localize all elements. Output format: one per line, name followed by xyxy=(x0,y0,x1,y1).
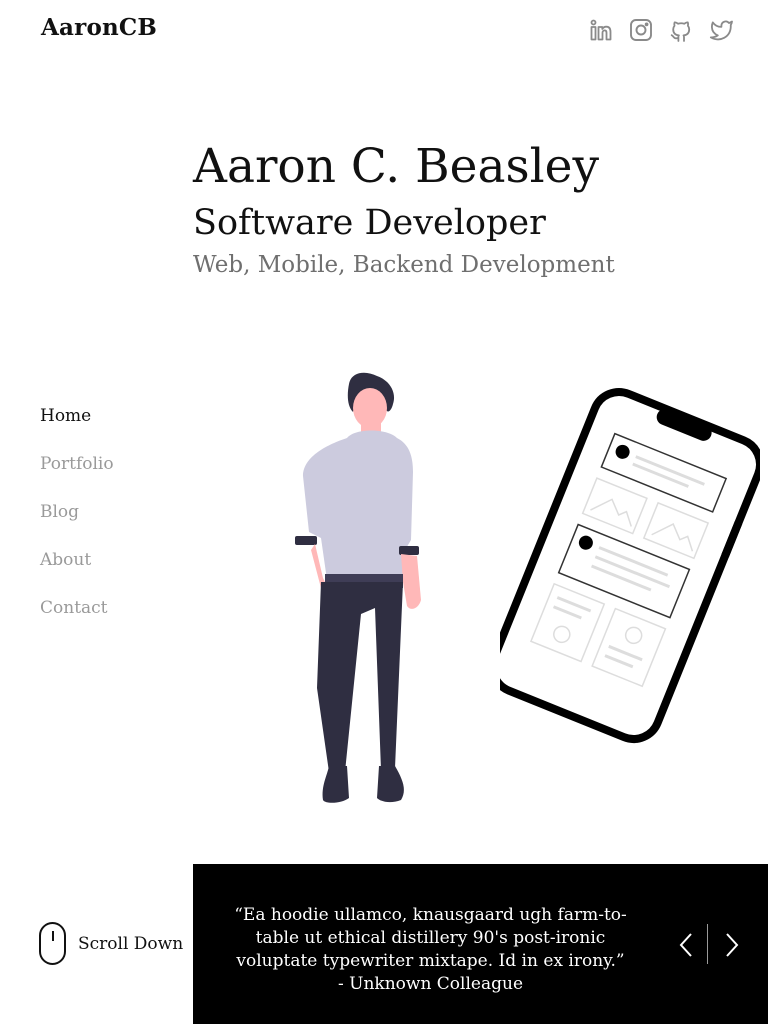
twitter-icon xyxy=(709,20,733,41)
testimonial-quote: “Ea hoodie ullamco, knausgaard ugh farm-… xyxy=(213,904,648,996)
next-quote-button[interactable] xyxy=(719,930,745,960)
previous-quote-button[interactable] xyxy=(673,930,699,960)
hero-name: Aaron C. Beasley xyxy=(193,139,599,194)
scroll-down-label: Scroll Down xyxy=(78,933,184,954)
nav-divider xyxy=(707,924,708,964)
chevron-left-icon xyxy=(679,933,692,957)
github-link[interactable] xyxy=(669,16,693,44)
twitter-link[interactable] xyxy=(709,16,733,44)
nav-item-home[interactable]: Home xyxy=(40,404,114,452)
social-links xyxy=(589,16,733,44)
phone-illustration xyxy=(500,388,760,743)
github-icon xyxy=(670,21,691,42)
instagram-icon xyxy=(630,19,652,41)
nav-item-portfolio[interactable]: Portfolio xyxy=(40,452,114,500)
chevron-right-icon xyxy=(726,933,739,957)
quote-author: - Unknown Colleague xyxy=(337,974,524,994)
linkedin-link[interactable] xyxy=(589,16,613,44)
linkedin-icon xyxy=(590,19,612,41)
hero-section: Aaron C. Beasley Software Developer Web,… xyxy=(193,140,615,280)
developer-illustration xyxy=(295,372,421,803)
mouse-icon xyxy=(39,922,66,965)
testimonial-panel: “Ea hoodie ullamco, knausgaard ugh farm-… xyxy=(193,864,768,1024)
quote-text: “Ea hoodie ullamco, knausgaard ugh farm-… xyxy=(234,905,627,971)
nav-item-blog[interactable]: Blog xyxy=(40,500,114,548)
scroll-down-button[interactable]: Scroll Down xyxy=(39,922,183,965)
brand-logo[interactable]: AaronCB xyxy=(41,14,157,41)
nav-item-contact[interactable]: Contact xyxy=(40,596,114,644)
mouse-wheel xyxy=(52,931,54,941)
hero-subtitle: Web, Mobile, Backend Development xyxy=(193,252,615,278)
side-nav: Home Portfolio Blog About Contact xyxy=(40,404,114,644)
hero-title: Software Developer xyxy=(193,203,546,243)
instagram-link[interactable] xyxy=(629,16,653,44)
nav-item-about[interactable]: About xyxy=(40,548,114,596)
